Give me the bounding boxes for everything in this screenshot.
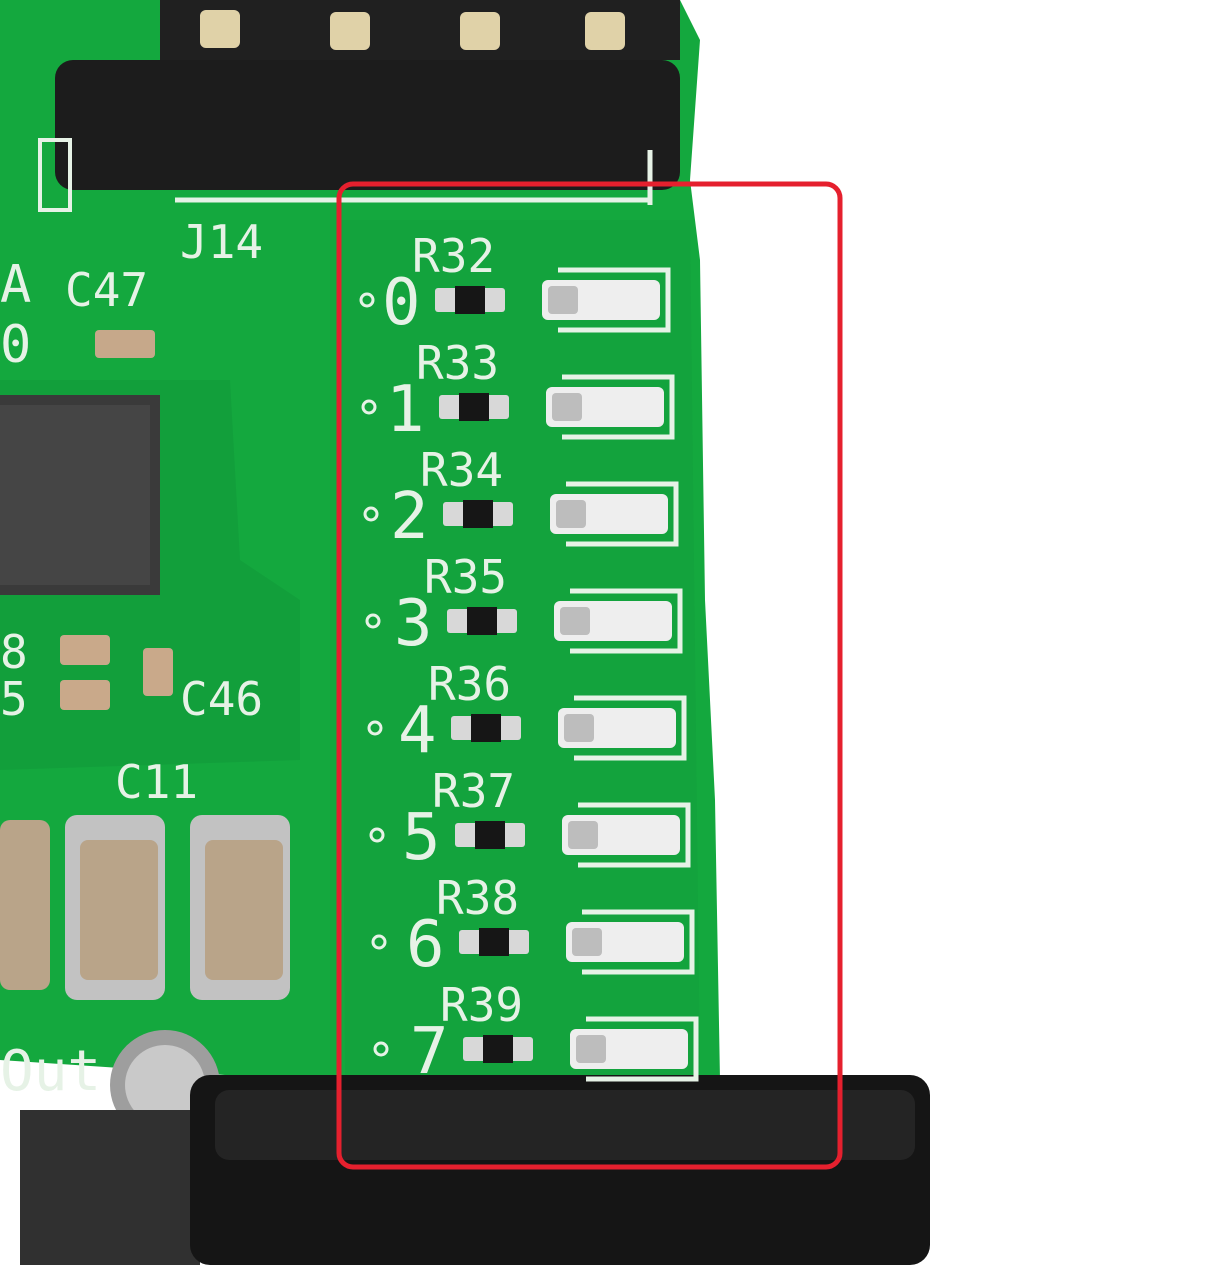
resistor	[451, 714, 521, 742]
resistor-label: R35	[424, 550, 507, 604]
led-index-label: 5	[402, 801, 441, 875]
led-solder-pad	[556, 500, 586, 528]
cap-c46-label: C46	[180, 672, 263, 726]
resistor	[455, 821, 525, 849]
capacitor-c47	[95, 330, 155, 358]
led-index-label: 2	[390, 480, 429, 554]
ic-chip	[0, 395, 160, 595]
led-solder-pad	[560, 607, 590, 635]
capacitor-small	[60, 635, 110, 665]
resistor-label: R38	[436, 871, 519, 925]
edge-label-a: A	[0, 255, 31, 315]
resistor-label: R33	[416, 336, 499, 390]
resistor	[459, 928, 529, 956]
edge-label-5: 5	[0, 672, 28, 726]
resistor	[443, 500, 513, 528]
resistor	[435, 286, 505, 314]
resistor	[447, 607, 517, 635]
led-index-label: 3	[394, 587, 433, 661]
cap-c47-label: C47	[65, 263, 148, 317]
led-solder-pad	[548, 286, 578, 314]
capacitor-small	[143, 648, 173, 696]
pcb-photo: J14 A 0 C47 8 5 C46 C11 Out R320R331R342…	[0, 0, 1230, 1265]
led-solder-pad	[572, 928, 602, 956]
led-index-label: 7	[410, 1015, 449, 1089]
resistor-label: R32	[412, 229, 495, 283]
led-index-label: 4	[398, 694, 437, 768]
led-index-label: 6	[406, 908, 445, 982]
capacitor-bank	[0, 815, 290, 1000]
resistor-label: R37	[432, 764, 515, 818]
edge-label-0: 0	[0, 315, 31, 375]
led-solder-pad	[552, 393, 582, 421]
led-solder-pad	[568, 821, 598, 849]
led-solder-pad	[576, 1035, 606, 1063]
resistor	[463, 1035, 533, 1063]
resistor-label: R39	[440, 978, 523, 1032]
resistor	[439, 393, 509, 421]
resistor-label: R34	[420, 443, 503, 497]
led-index-label: 0	[382, 266, 421, 340]
out-label: Out	[0, 1039, 101, 1104]
resistor-label: R36	[428, 657, 511, 711]
edge-label-8: 8	[0, 625, 28, 679]
capacitor-small	[60, 680, 110, 710]
led-solder-pad	[564, 714, 594, 742]
header-ref-label: J14	[180, 215, 263, 269]
led-index-label: 1	[386, 373, 425, 447]
cap-c11-label: C11	[115, 755, 198, 809]
